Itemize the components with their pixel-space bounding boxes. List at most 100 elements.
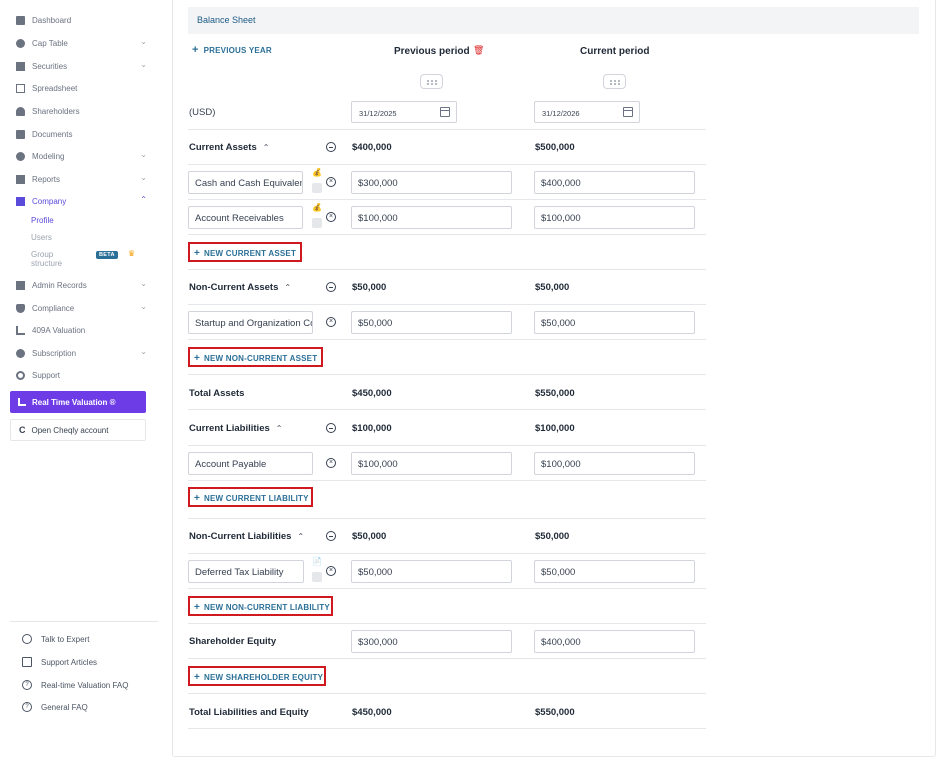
current-period-title: Current period [580, 46, 650, 57]
current-assets-label[interactable]: Current Assets ⌃ [189, 142, 269, 153]
current-value-input[interactable]: $100,000 [534, 206, 695, 229]
current-value-input[interactable]: $400,000 [534, 171, 695, 194]
sidebar-item-409a-valuation[interactable]: 409A Valuation [16, 320, 150, 340]
chevron-up-icon[interactable]: ⌃ [284, 283, 291, 292]
sidebar-subitem-users[interactable]: Users [31, 233, 52, 242]
lightbulb-icon [16, 151, 25, 161]
previous-year-button[interactable]: + PREVIOUS YEAR [192, 44, 272, 56]
trash-icon[interactable]: 🗑 [473, 45, 484, 56]
securities-icon [16, 61, 25, 71]
current-value-input[interactable]: $100,000 [534, 452, 695, 475]
previous-period-date-input[interactable]: 31/12/2025 [351, 101, 457, 123]
current-period-date-input[interactable]: 31/12/2026 [534, 101, 640, 123]
sidebar-item-compliance[interactable]: Compliance ⌄ [16, 298, 150, 318]
plus-icon: + [194, 248, 201, 259]
sidebar-subitem-group-structure[interactable]: Group structure [31, 250, 62, 268]
section-title: Balance Sheet [197, 15, 256, 25]
sidebar-item-reports[interactable]: Reports ⌄ [16, 169, 150, 189]
liability-name-input[interactable]: Deferred Tax Liability [188, 560, 304, 583]
sidebar-item-securities[interactable]: Securities ⌄ [16, 56, 150, 76]
real-time-valuation-faq-link[interactable]: ? Real-time Valuation FAQ [22, 680, 128, 690]
previous-value-input[interactable]: $50,000 [351, 560, 512, 583]
dashboard-icon [16, 15, 25, 25]
chevron-down-icon: ⌄ [140, 173, 147, 182]
building-icon [16, 196, 25, 206]
calendar-icon[interactable] [440, 107, 450, 117]
sidebar-item-modeling[interactable]: Modeling ⌄ [16, 146, 150, 166]
divider [188, 518, 706, 519]
chevron-up-icon[interactable]: ⌃ [263, 143, 270, 152]
remove-row-icon[interactable]: × [326, 317, 336, 327]
asset-name-input[interactable]: Cash and Cash Equivalents [188, 171, 303, 194]
current-liabilities-current-total: $100,000 [535, 423, 575, 434]
shield-icon [16, 303, 25, 313]
previous-value-input[interactable]: $300,000 [351, 171, 512, 194]
user-icon [16, 106, 25, 116]
non-current-assets-label[interactable]: Non-Current Assets ⌃ [189, 282, 291, 293]
sidebar-item-support[interactable]: Support [16, 365, 150, 385]
pie-chart-icon [16, 38, 25, 48]
remove-row-icon[interactable]: × [326, 458, 336, 468]
current-value-input[interactable]: $50,000 [534, 560, 695, 583]
open-cheqly-account-button[interactable]: C Open Cheqly account [10, 419, 146, 441]
previous-value-input[interactable]: $100,000 [351, 452, 512, 475]
general-faq-link[interactable]: ? General FAQ [22, 702, 88, 712]
sidebar-item-shareholders[interactable]: Shareholders [16, 101, 150, 121]
asset-name-input[interactable]: Startup and Organization Costs [188, 311, 313, 334]
sidebar-item-documents[interactable]: Documents [16, 124, 150, 144]
liability-name-input[interactable]: Account Payable [188, 452, 313, 475]
new-non-current-liability-button[interactable]: + NEW NON-CURRENT LIABILITY [188, 596, 333, 616]
collapse-minus-icon[interactable] [326, 142, 336, 152]
calendar-icon[interactable] [623, 107, 633, 117]
toggle-switch[interactable] [312, 572, 322, 582]
drag-handle-icon[interactable] [420, 74, 443, 89]
total-assets-previous: $450,000 [352, 388, 392, 399]
divider [188, 269, 706, 270]
sidebar-item-cap-table[interactable]: Cap Table ⌄ [16, 33, 150, 53]
sidebar-item-dashboard[interactable]: Dashboard [16, 10, 150, 30]
current-liabilities-label[interactable]: Current Liabilities ⌃ [189, 423, 282, 434]
sidebar-subitem-profile[interactable]: Profile [31, 216, 54, 225]
new-current-asset-button[interactable]: + NEW CURRENT ASSET [188, 242, 302, 262]
non-current-assets-previous-total: $50,000 [352, 282, 387, 293]
new-current-liability-button[interactable]: + NEW CURRENT LIABILITY [188, 487, 313, 507]
chevron-down-icon: ⌄ [140, 60, 147, 69]
divider [188, 374, 706, 375]
new-non-current-asset-button[interactable]: + NEW NON-CURRENT ASSET [188, 347, 323, 367]
shareholder-equity-previous-input[interactable]: $300,000 [351, 630, 512, 653]
crown-icon: ♛ [128, 249, 136, 258]
remove-row-icon[interactable]: × [326, 177, 336, 187]
collapse-minus-icon[interactable] [326, 423, 336, 433]
toggle-switch[interactable] [312, 183, 322, 193]
non-current-liabilities-current-total: $50,000 [535, 531, 570, 542]
sidebar-item-admin-records[interactable]: Admin Records ⌄ [16, 275, 150, 295]
toggle-switch[interactable] [312, 218, 322, 228]
remove-row-icon[interactable]: × [326, 566, 336, 576]
plus-icon: + [194, 672, 201, 683]
divider [188, 304, 706, 305]
previous-value-input[interactable]: $50,000 [351, 311, 512, 334]
drag-handle-icon[interactable] [603, 74, 626, 89]
divider [188, 409, 706, 410]
chevron-up-icon[interactable]: ⌃ [297, 532, 304, 541]
sidebar-item-spreadsheet[interactable]: Spreadsheet [16, 78, 150, 98]
remove-row-icon[interactable]: × [326, 212, 336, 222]
collapse-minus-icon[interactable] [326, 282, 336, 292]
sidebar-item-subscription[interactable]: Subscription ⌄ [16, 343, 150, 363]
asset-name-input[interactable]: Account Receivables [188, 206, 303, 229]
shareholder-equity-current-input[interactable]: $400,000 [534, 630, 695, 653]
chevron-down-icon: ⌄ [140, 279, 147, 288]
folder-icon [16, 129, 25, 139]
chevron-up-icon[interactable]: ⌃ [276, 424, 283, 433]
collapse-minus-icon[interactable] [326, 531, 336, 541]
divider [188, 623, 706, 624]
previous-value-input[interactable]: $100,000 [351, 206, 512, 229]
new-shareholder-equity-button[interactable]: + NEW SHAREHOLDER EQUITY [188, 666, 326, 686]
sidebar-item-company[interactable]: Company ⌃ [16, 191, 150, 211]
current-value-input[interactable]: $50,000 [534, 311, 695, 334]
question-icon: ? [22, 702, 32, 712]
real-time-valuation-button[interactable]: Real Time Valuation ® [10, 391, 146, 413]
talk-to-expert-link[interactable]: Talk to Expert [22, 634, 89, 644]
support-articles-link[interactable]: Support Articles [22, 657, 97, 667]
non-current-liabilities-label[interactable]: Non-Current Liabilities ⌃ [189, 531, 304, 542]
